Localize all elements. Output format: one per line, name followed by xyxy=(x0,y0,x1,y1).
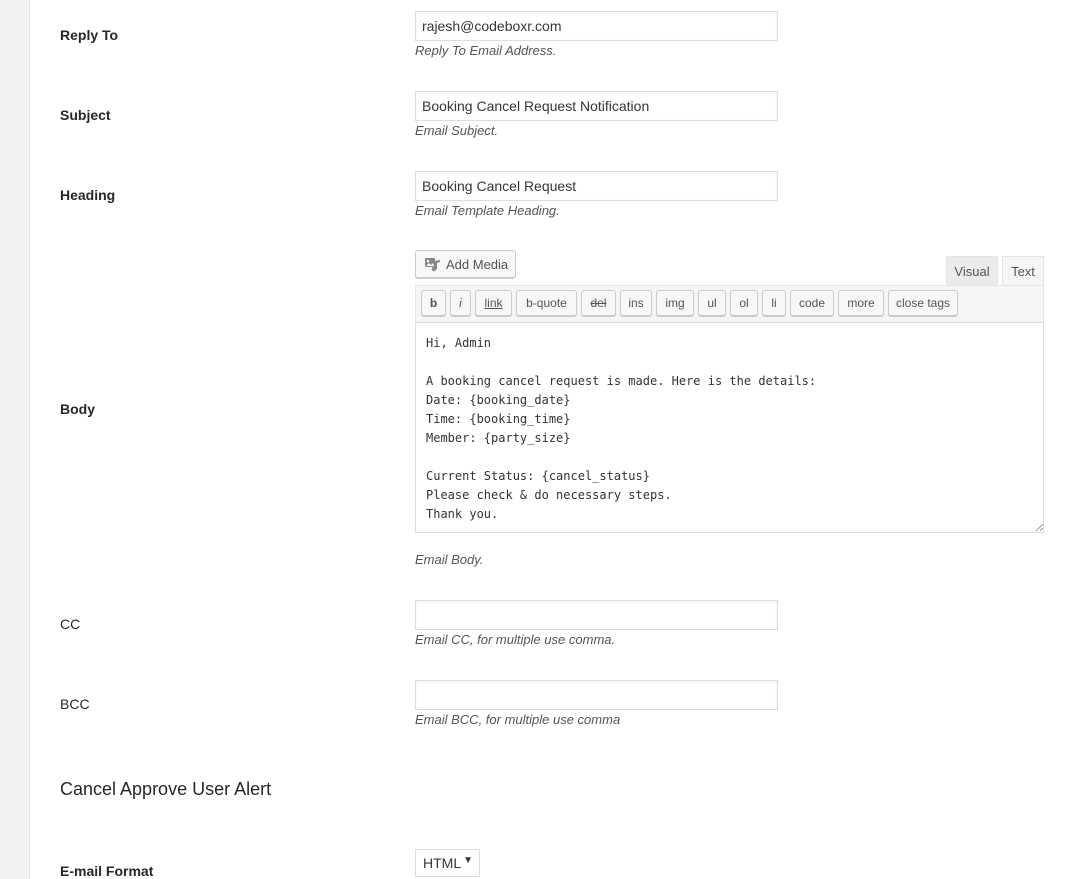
section-title: Cancel Approve User Alert xyxy=(60,779,272,799)
qt-more-button[interactable]: more xyxy=(838,290,884,316)
qt-code-button[interactable]: code xyxy=(790,290,834,316)
add-media-icon xyxy=(424,255,442,273)
add-media-button[interactable]: Add Media xyxy=(415,250,516,278)
reply-to-description: Reply To Email Address. xyxy=(415,43,557,58)
qt-del-button[interactable]: del xyxy=(581,290,616,316)
cc-label: CC xyxy=(60,616,81,632)
reply-to-input[interactable]: rajesh@codeboxr.com xyxy=(415,11,778,41)
heading-input[interactable]: Booking Cancel Request xyxy=(415,171,778,201)
heading-description: Email Template Heading. xyxy=(415,203,560,218)
add-media-label: Add Media xyxy=(446,256,509,272)
email-format-select[interactable]: HTML ▼ xyxy=(415,849,480,877)
tab-text[interactable]: Text xyxy=(1002,256,1044,285)
qt-italic-button[interactable]: i xyxy=(450,290,471,316)
qt-img-button[interactable]: img xyxy=(656,290,694,316)
reply-to-label: Reply To xyxy=(60,27,119,43)
bcc-input[interactable] xyxy=(415,680,778,710)
qt-bquote-button[interactable]: b-quote xyxy=(516,290,577,316)
cc-description: Email CC, for multiple use comma. xyxy=(415,632,616,647)
bcc-description: Email BCC, for multiple use comma xyxy=(415,712,621,727)
qt-bold-button[interactable]: b xyxy=(421,290,446,316)
dropdown-arrow-icon: ▼ xyxy=(463,855,473,866)
email-format-label: E-mail Format xyxy=(60,863,154,879)
body-textarea[interactable]: Hi, Admin A booking cancel request is ma… xyxy=(415,322,1044,533)
cc-input[interactable] xyxy=(415,600,778,630)
qt-link-button[interactable]: link xyxy=(475,290,512,316)
tab-visual[interactable]: Visual xyxy=(946,256,998,285)
heading-label: Heading xyxy=(60,187,116,203)
qt-ins-button[interactable]: ins xyxy=(620,290,652,316)
qt-li-button[interactable]: li xyxy=(762,290,786,316)
qt-ol-button[interactable]: ol xyxy=(730,290,758,316)
subject-description: Email Subject. xyxy=(415,123,499,138)
subject-input[interactable]: Booking Cancel Request Notification xyxy=(415,91,778,121)
qt-ul-button[interactable]: ul xyxy=(698,290,726,316)
subject-label: Subject xyxy=(60,107,111,123)
body-description: Email Body. xyxy=(415,552,484,567)
body-label: Body xyxy=(60,401,95,417)
resize-handle-icon[interactable] xyxy=(1035,523,1043,531)
bcc-label: BCC xyxy=(60,696,90,712)
email-format-value: HTML xyxy=(423,855,462,871)
qt-close-tags-button[interactable]: close tags xyxy=(888,290,958,316)
